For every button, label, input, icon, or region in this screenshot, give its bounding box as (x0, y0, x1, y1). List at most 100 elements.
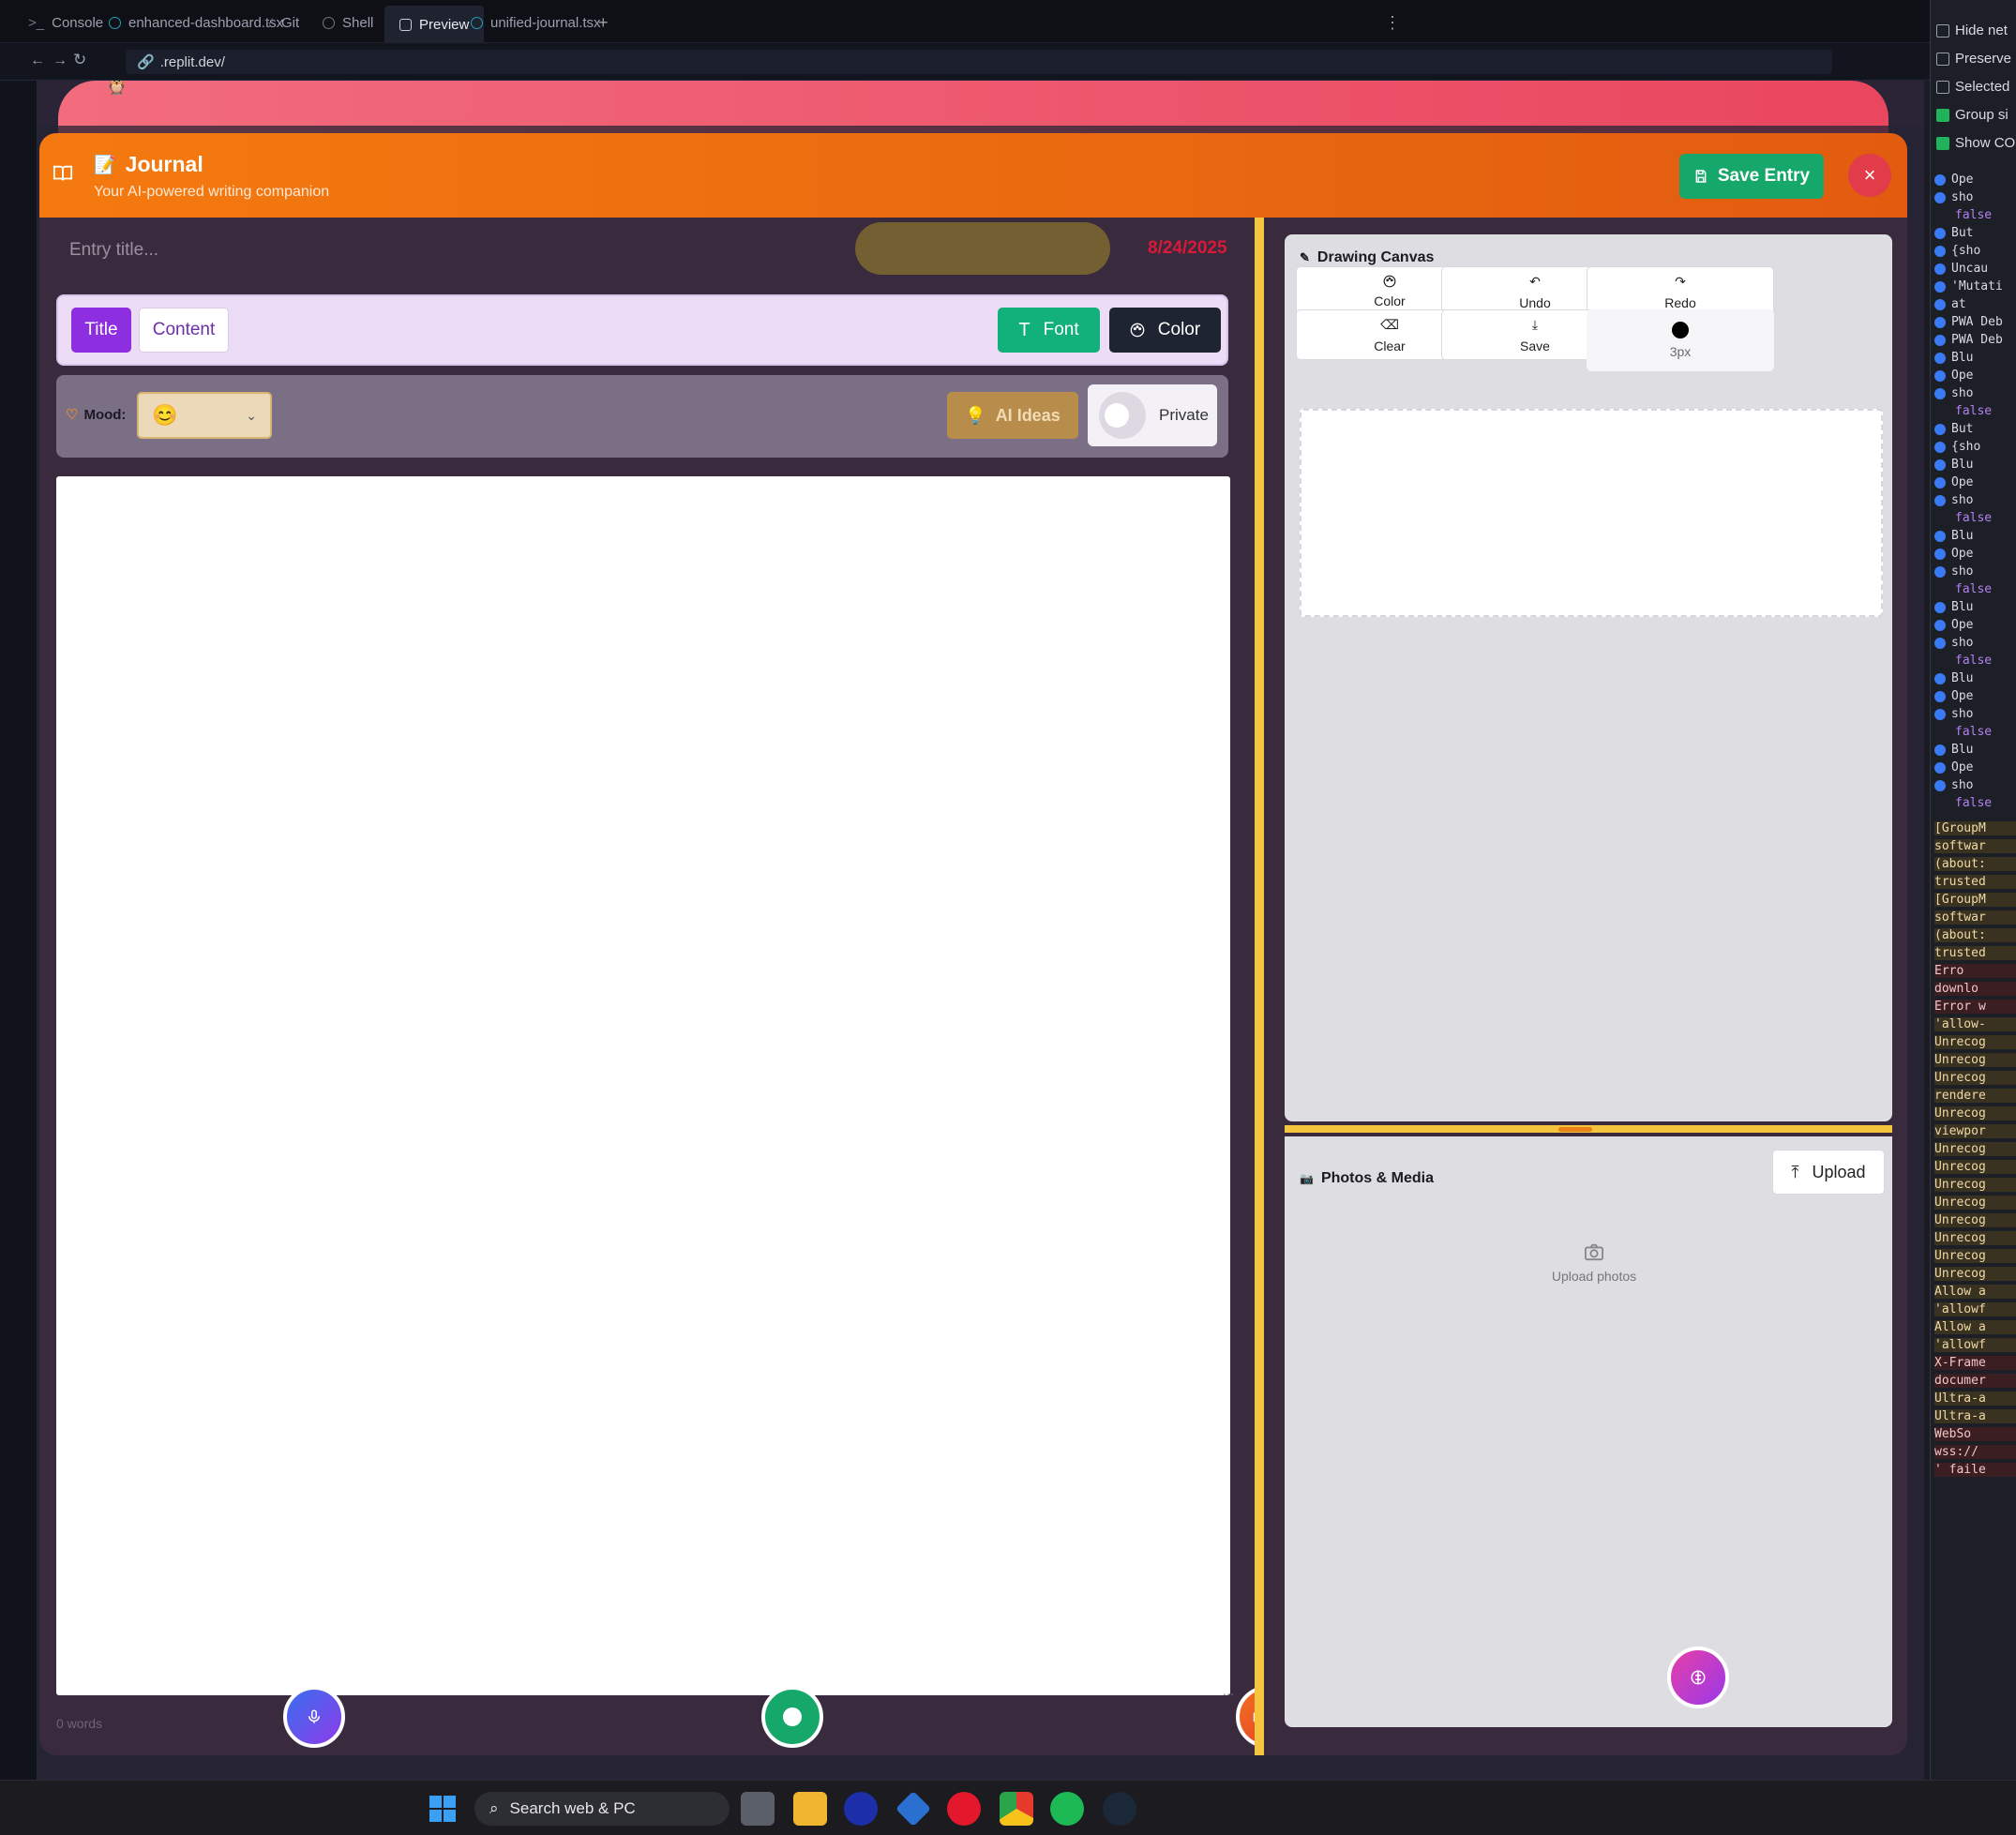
console-error-entry[interactable]: wss:// (1934, 1445, 2016, 1459)
drawing-canvas[interactable] (1300, 409, 1883, 617)
checkbox[interactable] (1936, 108, 1949, 122)
checkbox[interactable] (1936, 80, 1949, 94)
voice-input-button[interactable] (283, 1686, 345, 1748)
console-log-entry[interactable]: false (1934, 582, 2016, 596)
console-error-entry[interactable]: ' faile (1934, 1463, 2016, 1477)
devtools-option[interactable]: Selected (1936, 79, 2009, 95)
console-error-entry[interactable]: documer (1934, 1374, 2016, 1388)
console-log-entry[interactable]: {sho (1934, 244, 2016, 258)
console-log-entry[interactable]: 'Mutati (1934, 279, 2016, 293)
console-log-entry[interactable]: false (1934, 208, 2016, 222)
upload-photos-dropzone[interactable]: Upload photos (1439, 1221, 1749, 1305)
console-warning-entry[interactable]: (about: (1934, 857, 2016, 871)
upload-button[interactable]: ⤒ Upload (1772, 1150, 1885, 1195)
console-warning-entry[interactable]: Unrecog (1934, 1053, 2016, 1067)
console-log-entry[interactable]: Blu (1934, 458, 2016, 472)
console-log-entry[interactable]: false (1934, 796, 2016, 810)
console-log-entry[interactable]: But (1934, 226, 2016, 240)
console-warning-entry[interactable]: Allow a (1934, 1285, 2016, 1299)
console-warning-entry[interactable]: [GroupM (1934, 893, 2016, 907)
console-warning-entry[interactable]: Unrecog (1934, 1196, 2016, 1210)
taskbar-search[interactable]: ⌕ Search web & PC (474, 1792, 730, 1826)
spotify-icon[interactable] (1050, 1792, 1084, 1826)
console-warning-entry[interactable]: Ultra-a (1934, 1409, 2016, 1423)
checkbox[interactable] (1936, 52, 1949, 66)
console-log-entry[interactable]: Blu (1934, 600, 2016, 614)
console-log-entry[interactable]: Ope (1934, 618, 2016, 632)
console-warning-entry[interactable]: Unrecog (1934, 1106, 2016, 1121)
mood-select[interactable]: 😊 ⌄ (137, 392, 272, 439)
console-log-entry[interactable]: PWA Deb (1934, 315, 2016, 329)
brush-size-button[interactable]: 3px (1587, 309, 1774, 371)
console-warning-entry[interactable]: Unrecog (1934, 1178, 2016, 1192)
console-log-entry[interactable]: {sho (1934, 440, 2016, 454)
console-error-entry[interactable]: Erro (1934, 964, 2016, 978)
tab-git[interactable]: ⑂ Git (265, 9, 299, 36)
console-warning-entry[interactable]: Unrecog (1934, 1267, 2016, 1281)
steam-icon[interactable] (1103, 1792, 1136, 1826)
app-icon[interactable] (844, 1792, 878, 1826)
more-options-icon[interactable]: ⋮ (1384, 9, 1401, 36)
tab-enhanced-dashboard[interactable]: enhanced-dashboard.tsx (109, 9, 283, 36)
title-mode-button[interactable]: Title (71, 308, 131, 353)
console-log-entry[interactable]: false (1934, 654, 2016, 668)
task-view-icon[interactable] (741, 1792, 775, 1826)
windows-start-icon[interactable] (426, 1792, 459, 1826)
url-input[interactable]: 🔗 .replit.dev/ (126, 50, 1832, 74)
console-log-entry[interactable]: sho (1934, 707, 2016, 721)
console-warning-entry[interactable]: 'allowf (1934, 1302, 2016, 1316)
console-log-entry[interactable]: But (1934, 422, 2016, 436)
checkbox[interactable] (1936, 23, 1949, 38)
console-log-entry[interactable]: sho (1934, 493, 2016, 507)
console-log-entry[interactable]: false (1934, 725, 2016, 739)
color-button[interactable]: Color (1109, 308, 1221, 353)
console-warning-entry[interactable]: viewpor (1934, 1124, 2016, 1138)
console-log-entry[interactable]: Blu (1934, 671, 2016, 685)
console-warning-entry[interactable]: Unrecog (1934, 1213, 2016, 1227)
console-warning-entry[interactable]: (about: (1934, 928, 2016, 942)
console-log-entry[interactable]: sho (1934, 636, 2016, 650)
console-warning-entry[interactable]: 'allowf (1934, 1338, 2016, 1352)
console-error-entry[interactable]: X-Frame (1934, 1356, 2016, 1370)
private-toggle[interactable]: Private (1088, 384, 1217, 446)
console-error-entry[interactable]: WebSo (1934, 1427, 2016, 1441)
kodi-icon[interactable] (895, 1790, 932, 1827)
devtools-option[interactable]: Show CO (1936, 135, 2015, 151)
console-warning-entry[interactable]: Unrecog (1934, 1160, 2016, 1174)
content-mode-button[interactable]: Content (139, 308, 229, 353)
back-arrow-icon[interactable]: ← (30, 53, 45, 69)
entry-title-input[interactable]: Entry title... (69, 240, 158, 261)
console-log-entry[interactable]: sho (1934, 778, 2016, 792)
console-log-entry[interactable]: Uncau (1934, 262, 2016, 276)
console-log-entry[interactable]: Ope (1934, 369, 2016, 383)
console-log-entry[interactable]: sho (1934, 190, 2016, 204)
checkbox[interactable] (1936, 136, 1949, 150)
console-warning-entry[interactable]: Unrecog (1934, 1071, 2016, 1085)
save-entry-button[interactable]: Save Entry (1679, 154, 1824, 199)
console-log-entry[interactable]: Ope (1934, 689, 2016, 703)
console-log-entry[interactable]: Blu (1934, 529, 2016, 543)
tab-console[interactable]: >_ Console (28, 9, 103, 36)
console-warning-entry[interactable]: 'allow- (1934, 1017, 2016, 1031)
toggle-switch[interactable] (1099, 392, 1146, 439)
tab-unified-journal[interactable]: unified-journal.tsx (471, 9, 601, 36)
console-log-entry[interactable]: Ope (1934, 760, 2016, 775)
font-button[interactable]: T Font (998, 308, 1100, 353)
console-warning-entry[interactable]: trusted (1934, 946, 2016, 960)
devtools-option[interactable]: Preserve (1936, 51, 2011, 67)
reload-icon[interactable]: ↻ (73, 51, 86, 69)
journal-text-editor[interactable] (56, 476, 1230, 1695)
record-button[interactable] (761, 1686, 823, 1748)
console-log-entry[interactable]: Blu (1934, 743, 2016, 757)
console-warning-entry[interactable]: rendere (1934, 1089, 2016, 1103)
console-warning-entry[interactable]: Unrecog (1934, 1249, 2016, 1263)
resize-handle-icon[interactable]: ⋯ (1223, 1688, 1234, 1701)
console-log-entry[interactable]: false (1934, 404, 2016, 418)
console-log-entry[interactable]: at (1934, 297, 2016, 311)
console-log-entry[interactable]: Ope (1934, 475, 2016, 489)
close-button[interactable]: × (1848, 154, 1891, 197)
devtools-option[interactable]: Hide net (1936, 23, 2008, 38)
console-warning-entry[interactable]: Unrecog (1934, 1142, 2016, 1156)
console-warning-entry[interactable]: trusted (1934, 875, 2016, 889)
console-warning-entry[interactable]: [GroupM (1934, 821, 2016, 835)
